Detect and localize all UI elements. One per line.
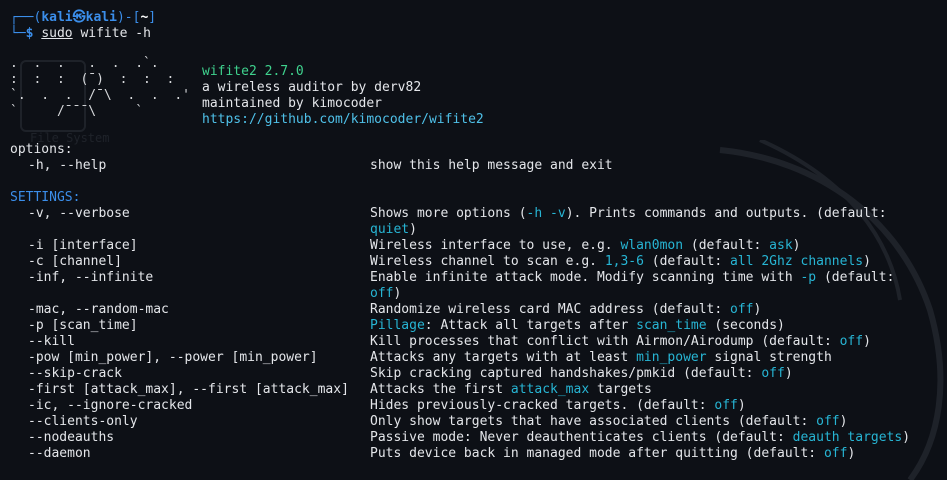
option-description: Randomize wireless card MAC address (def… xyxy=(370,302,761,318)
option-description-text: ) xyxy=(792,238,801,253)
option-flag: -first [attack_max], --first [attack_max… xyxy=(28,382,349,397)
app-version: wifite2 2.7.0 xyxy=(202,64,304,79)
option-default-value: off xyxy=(370,286,394,301)
option-description-text: ). Prints commands and outputs. (default… xyxy=(565,206,887,221)
option-description-text: Attacks any targets with at least xyxy=(370,350,637,365)
option-flag: --nodeauths xyxy=(28,430,115,445)
option-value-highlight: off xyxy=(714,398,738,413)
option-flag: -p [scan_time] xyxy=(28,318,138,333)
option-flag: --clients-only xyxy=(28,414,138,429)
option-flag: -pow [min_power], --power [min_power] xyxy=(28,350,318,365)
option-description-text: ) xyxy=(753,302,762,317)
option-description-text: Only show targets that have associated c… xyxy=(370,414,817,429)
option-description: show this help message and exit xyxy=(370,158,613,174)
option-default-value: quiet xyxy=(370,222,410,237)
repo-link[interactable]: https://github.com/kimocoder/wifite2 xyxy=(202,112,484,128)
option-flag: --skip-crack xyxy=(28,366,122,381)
prompt-host: kali xyxy=(85,10,117,25)
option-flag: -inf, --infinite xyxy=(28,270,154,285)
option-description: Kill processes that conflict with Airmon… xyxy=(370,334,871,350)
option-description-text: ) xyxy=(784,366,793,381)
option-description-text: Shows more options ( xyxy=(370,206,527,221)
option-description-text: Enable infinite attack mode. Modify scan… xyxy=(370,270,801,285)
option-description: Wireless interface to use, e.g. wlan0mon… xyxy=(370,238,800,254)
option-flag: -c [channel] xyxy=(28,254,122,269)
option-value-highlight: off xyxy=(761,366,785,381)
option-value-highlight: off xyxy=(816,414,840,429)
prompt-line-2: └─$ sudo wifite -h xyxy=(10,26,151,41)
option-flag: -ic, --ignore-cracked xyxy=(28,398,193,413)
option-description: Puts device back in managed mode after q… xyxy=(370,446,855,462)
sudo-keyword: sudo xyxy=(41,26,73,41)
option-description-text: Wireless channel to scan e.g. xyxy=(370,254,605,269)
option-description-text: (default: xyxy=(643,254,731,269)
closing-paren: ) xyxy=(409,222,417,237)
option-description-text: Skip cracking captured handshakes/pmkid … xyxy=(370,366,762,381)
option-value-highlight: min_power xyxy=(636,350,707,365)
option-flag: -i [interface] xyxy=(28,238,138,253)
option-flag: -v, --verbose xyxy=(28,206,130,221)
closing-paren: ) xyxy=(393,286,402,301)
option-description-text: ) xyxy=(902,430,911,445)
option-description-text: Passive mode: Never deauthenticates clie… xyxy=(370,430,793,445)
option-value-highlight: -h -v xyxy=(526,206,566,221)
option-value-highlight: -p xyxy=(800,270,817,285)
option-description-continued: off) xyxy=(370,286,401,302)
option-value-highlight: deauth targets xyxy=(792,430,903,445)
option-description-text: Wireless interface to use, e.g. xyxy=(370,238,621,253)
option-description-text: Hides previously-cracked targets. (defau… xyxy=(370,398,715,413)
option-description-text: ) xyxy=(863,334,871,349)
option-flag: -h, --help xyxy=(28,158,107,173)
option-description: Enable infinite attack mode. Modify scan… xyxy=(370,270,894,286)
option-value-highlight: scan_time xyxy=(636,318,707,333)
option-description: Hides previously-cracked targets. (defau… xyxy=(370,398,746,414)
option-description-text: Randomize wireless card MAC address (def… xyxy=(370,302,731,317)
option-description-text: Puts device back in managed mode after q… xyxy=(370,446,824,461)
option-description-text: (default: xyxy=(816,270,895,285)
option-description: Attacks the first attack_max targets xyxy=(370,382,652,398)
option-value-highlight: wlan0mon xyxy=(620,238,684,253)
option-description-text: ) xyxy=(737,398,746,413)
option-value-highlight: off xyxy=(730,302,754,317)
option-description-text: signal strength xyxy=(706,350,832,365)
option-description-text: ) xyxy=(847,446,856,461)
option-description-text: : Attack all targets after xyxy=(424,318,637,333)
option-description-text: Kill processes that conflict with Airmon… xyxy=(370,334,840,349)
option-description: Passive mode: Never deauthenticates clie… xyxy=(370,430,910,446)
option-description-text: ) xyxy=(863,254,871,269)
command-text: wifite -h xyxy=(72,26,151,41)
option-description-text: ) xyxy=(839,414,848,429)
option-description-text: show this help message and exit xyxy=(370,158,613,173)
option-value-highlight: ask xyxy=(769,238,793,253)
option-description-continued: quiet) xyxy=(370,222,417,238)
option-description-text: (default: xyxy=(683,238,770,253)
option-description: Wireless channel to scan e.g. 1,3-6 (def… xyxy=(370,254,871,270)
option-value-highlight: Pillage xyxy=(370,318,425,333)
shell-prompt: ┌──(kali㉿kali)-[~] └─$ sudo wifite -h xyxy=(10,10,156,42)
option-flag: --kill xyxy=(28,334,75,349)
wifite-logo-art-icon: . . . . . .`. : : : (¯) : : : `. . . /¯\… xyxy=(10,56,191,119)
prompt-user: kali xyxy=(41,10,73,25)
option-value-highlight: attack_max xyxy=(510,382,590,397)
option-description: Only show targets that have associated c… xyxy=(370,414,847,430)
option-description-text: (seconds) xyxy=(706,318,785,333)
app-maintainer: maintained by kimocoder xyxy=(202,96,383,111)
option-flag: --daemon xyxy=(28,446,91,461)
option-flag: -mac, --random-mac xyxy=(28,302,169,317)
option-description: Shows more options (-h -v). Prints comma… xyxy=(370,206,887,222)
option-value-highlight: off xyxy=(839,334,864,349)
option-description: Attacks any targets with at least min_po… xyxy=(370,350,832,366)
option-description: Skip cracking captured handshakes/pmkid … xyxy=(370,366,793,382)
option-value-highlight: off xyxy=(823,446,848,461)
settings-heading: SETTINGS: xyxy=(10,190,81,205)
app-description: a wireless auditor by derv82 xyxy=(202,80,422,95)
option-value-highlight: all 2Ghz channels xyxy=(730,254,864,269)
option-value-highlight: 1,3-6 xyxy=(604,254,644,269)
prompt-line-1: ┌──(kali㉿kali)-[~] xyxy=(10,10,157,25)
options-heading: options: xyxy=(10,142,73,157)
option-description-text: Attacks the first xyxy=(370,382,511,397)
option-description-text: targets xyxy=(589,382,652,397)
option-description: Pillage: Attack all targets after scan_t… xyxy=(370,318,785,334)
